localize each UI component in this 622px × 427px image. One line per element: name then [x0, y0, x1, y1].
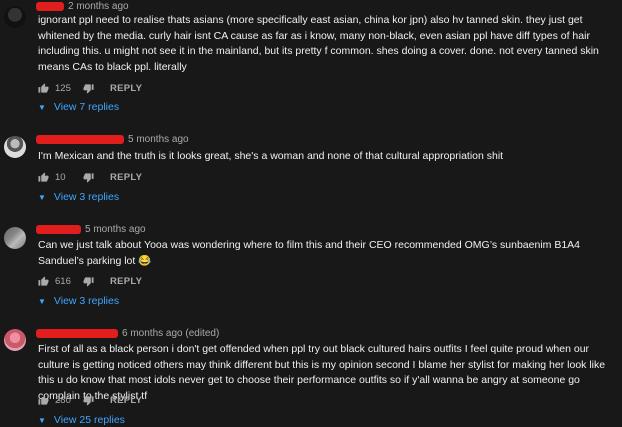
comment-header: 6 months ago (edited): [36, 326, 219, 340]
comment-actions: 616 REPLY: [38, 274, 142, 288]
comment-actions: 280 REPLY: [38, 393, 142, 407]
thumbs-up-icon[interactable]: [38, 82, 49, 94]
view-replies-button[interactable]: ▼ View 3 replies: [38, 294, 119, 308]
like-count: 280: [55, 394, 71, 406]
thumbs-up-icon[interactable]: [38, 394, 49, 406]
redacted-username: [36, 224, 81, 234]
view-replies-label: View 3 replies: [53, 191, 120, 203]
comment-timestamp[interactable]: 5 months ago: [85, 224, 146, 235]
reply-button[interactable]: REPLY: [110, 172, 142, 183]
avatar[interactable]: [4, 136, 26, 158]
comment-text: I'm Mexican and the truth is it looks gr…: [38, 150, 504, 162]
redacted-username: [36, 134, 124, 144]
comment-timestamp[interactable]: 6 months ago (edited): [122, 328, 219, 339]
reply-button[interactable]: REPLY: [110, 83, 142, 94]
view-replies-label: View 3 replies: [53, 295, 120, 307]
comment-header: 5 months ago: [36, 132, 189, 146]
thumbs-up-icon[interactable]: [38, 171, 49, 183]
thumbs-down-icon[interactable]: [83, 395, 94, 406]
redacted-username: [36, 1, 64, 11]
reply-button[interactable]: REPLY: [110, 395, 142, 406]
thumbs-down-icon[interactable]: [83, 83, 94, 94]
redacted-username: [36, 328, 118, 338]
caret-down-icon: ▼: [38, 296, 46, 306]
view-replies-label: View 25 replies: [53, 414, 125, 426]
view-replies-label: View 7 replies: [53, 101, 120, 113]
comment-header: 2 months ago: [36, 0, 129, 13]
avatar[interactable]: [4, 227, 26, 249]
view-replies-button[interactable]: ▼ View 3 replies: [38, 190, 119, 204]
comment-timestamp[interactable]: 5 months ago: [128, 134, 189, 145]
caret-down-icon: ▼: [38, 415, 46, 425]
comment-text: ignorant ppl need to realise thats asian…: [38, 14, 599, 73]
avatar[interactable]: [4, 329, 26, 351]
avatar[interactable]: [4, 6, 26, 28]
comment-actions: 10 REPLY: [38, 170, 142, 184]
thumbs-down-icon[interactable]: [83, 276, 94, 287]
caret-down-icon: ▼: [38, 192, 46, 202]
comment-text: Can we just talk about Yooa was wonderin…: [38, 239, 581, 267]
comment-timestamp[interactable]: 2 months ago: [68, 1, 129, 12]
thumbs-up-icon[interactable]: [38, 275, 49, 287]
like-count: 10: [55, 171, 66, 183]
comment-header: 5 months ago: [36, 222, 146, 236]
caret-down-icon: ▼: [38, 102, 46, 112]
like-count: 125: [55, 82, 71, 94]
thumbs-down-icon[interactable]: [83, 172, 94, 183]
like-count: 616: [55, 275, 71, 287]
comment-actions: 125 REPLY: [38, 81, 142, 95]
view-replies-button[interactable]: ▼ View 25 replies: [38, 413, 125, 427]
reply-button[interactable]: REPLY: [110, 276, 142, 287]
view-replies-button[interactable]: ▼ View 7 replies: [38, 100, 119, 114]
